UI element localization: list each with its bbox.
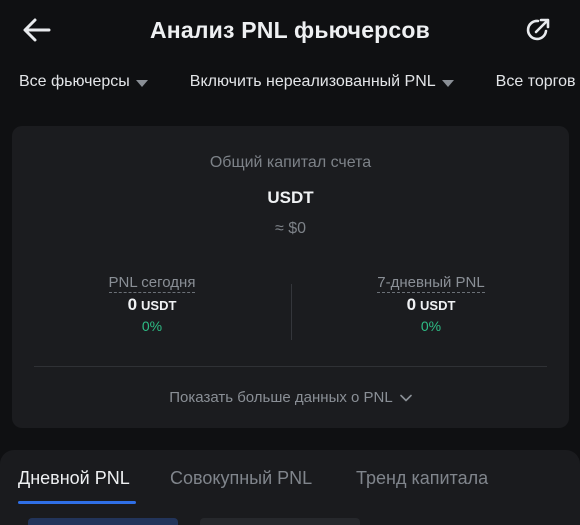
pnl-today-value: 0	[127, 295, 138, 314]
capital-label: Общий капитал счета	[209, 154, 372, 171]
pnl-7d-label[interactable]: 7-дневный PNL	[377, 274, 485, 293]
pnl-today-block: PNL сегодня 0 USDT 0%	[62, 274, 242, 334]
capital-currency: USDT	[267, 188, 314, 207]
share-icon	[526, 18, 550, 41]
tab-daily-pnl[interactable]: Дневной PNL	[18, 468, 130, 489]
back-button[interactable]	[20, 14, 54, 46]
pnl-summary-card: Общий капитал счета USDT ≈ $0 PNL сегодн…	[12, 126, 569, 428]
show-more-pnl-button[interactable]: Показать больше данных о PNL	[12, 389, 569, 406]
caret-down-icon	[441, 79, 454, 87]
tab-capital-trend[interactable]: Тренд капитала	[356, 468, 488, 489]
filter-unrealized-pnl-dropdown[interactable]: Включить нереализованный PNL	[190, 73, 454, 91]
vertical-divider	[291, 284, 292, 340]
pnl-7d-value-row: 0 USDT	[341, 295, 521, 315]
pnl-today-value-row: 0 USDT	[62, 295, 242, 315]
tab-cumulative-pnl[interactable]: Совокупный PNL	[170, 468, 312, 489]
pnl-today-percent: 0%	[141, 318, 163, 334]
period-chip-active[interactable]	[28, 518, 178, 525]
caret-down-icon	[135, 79, 148, 87]
show-more-label: Показать больше данных о PNL	[169, 389, 393, 406]
period-chip[interactable]	[200, 518, 360, 525]
pnl-tabs: Дневной PNL Совокупный PNL Тренд капитал…	[0, 450, 580, 525]
filter-futures-dropdown[interactable]: Все фьючерсы	[19, 73, 148, 91]
filter-trades-dropdown[interactable]: Все торгов	[496, 73, 576, 91]
chevron-down-icon	[399, 394, 412, 401]
filter-bar: Все фьючерсы Включить нереализованный PN…	[0, 60, 580, 104]
filter-futures-label: Все фьючерсы	[19, 73, 130, 90]
pnl-today-unit: USDT	[141, 298, 177, 313]
page-title: Анализ PNL фьючерсов	[149, 16, 431, 43]
filter-trades-label: Все торгов	[495, 73, 576, 90]
horizontal-divider	[34, 366, 547, 367]
pnl-7d-value: 0	[406, 295, 417, 314]
filter-unrealized-pnl-label: Включить нереализованный PNL	[189, 73, 436, 90]
active-tab-indicator	[18, 501, 136, 504]
pnl-7d-block: 7-дневный PNL 0 USDT 0%	[341, 274, 521, 334]
header: Анализ PNL фьючерсов	[0, 0, 580, 60]
pnl-7d-unit: USDT	[420, 298, 456, 313]
arrow-left-icon	[23, 18, 51, 42]
share-button[interactable]	[522, 14, 554, 46]
capital-usd-value: ≈ $0	[274, 220, 307, 237]
pnl-7d-percent: 0%	[420, 318, 442, 334]
pnl-today-label[interactable]: PNL сегодня	[108, 274, 196, 293]
